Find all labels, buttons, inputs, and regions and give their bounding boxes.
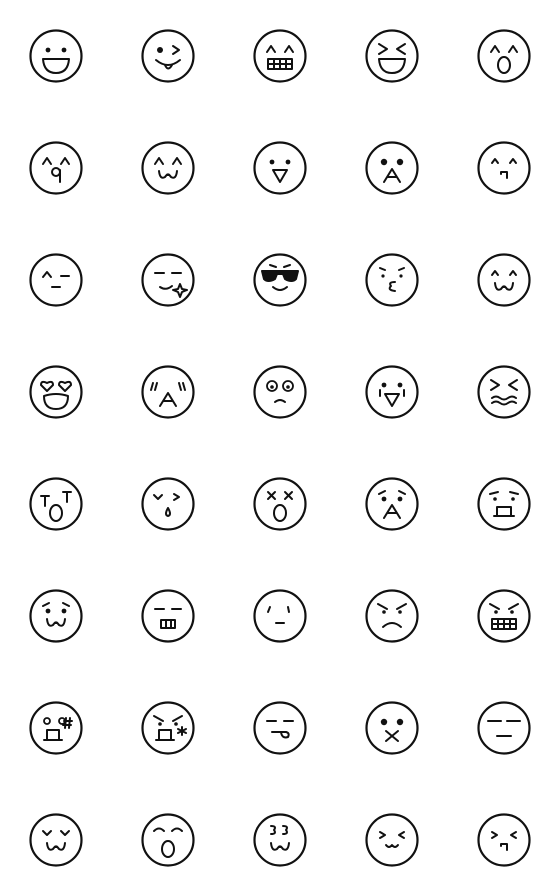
relieved-face-icon[interactable] (29, 253, 83, 307)
shocked-face-icon[interactable] (365, 477, 419, 531)
annoyed-star-face-icon[interactable] (141, 701, 195, 755)
face-outline (477, 365, 531, 419)
face-outline (29, 813, 83, 867)
face-outline (477, 477, 531, 531)
face-outline (29, 589, 83, 643)
face-outline (253, 365, 307, 419)
angry-frown-face-icon[interactable] (365, 589, 419, 643)
cool-sunglasses-face-icon[interactable] (253, 253, 307, 307)
squinting-laugh-face-icon[interactable] (365, 29, 419, 83)
happy-w-face-icon[interactable] (141, 141, 195, 195)
emoji-sheet (29, 29, 531, 867)
face-outline (141, 141, 195, 195)
face-outline (141, 477, 195, 531)
face-outline (253, 253, 307, 307)
astonished-face-icon[interactable] (141, 813, 195, 867)
face-outline (141, 589, 195, 643)
face-outline (253, 813, 307, 867)
calm-w-face-icon[interactable] (477, 253, 531, 307)
heart-eyes-face-icon[interactable] (29, 365, 83, 419)
face-outline (141, 701, 195, 755)
shy-face-icon[interactable] (477, 813, 531, 867)
face-outline (141, 29, 195, 83)
blushing-cheer-face-icon[interactable] (141, 365, 195, 419)
face-outline (253, 29, 307, 83)
three-eyes-w-face-icon[interactable] (253, 813, 307, 867)
face-outline (365, 813, 419, 867)
face-outline (365, 253, 419, 307)
emoji-sticker-grid (0, 0, 560, 896)
smug-sparkle-face-icon[interactable] (141, 253, 195, 307)
cat-mouth-face-icon[interactable] (365, 813, 419, 867)
surprised-happy-face-icon[interactable] (477, 29, 531, 83)
sleepy-drool-face-icon[interactable] (141, 477, 195, 531)
nervous-teeth-face-icon[interactable] (141, 589, 195, 643)
wavy-mouth-face-icon[interactable] (477, 365, 531, 419)
crying-happy-face-icon[interactable] (365, 365, 419, 419)
worried-face-icon[interactable] (477, 477, 531, 531)
face-outline (365, 589, 419, 643)
sad-w-face-icon[interactable] (29, 589, 83, 643)
tongue-out-face-icon[interactable] (253, 701, 307, 755)
face-outline (477, 141, 531, 195)
excited-face-icon[interactable] (253, 141, 307, 195)
face-outline (29, 701, 83, 755)
face-outline (29, 253, 83, 307)
face-outline (477, 253, 531, 307)
grimacing-happy-face-icon[interactable] (253, 29, 307, 83)
happy-q-face-icon[interactable] (29, 141, 83, 195)
shouting-hash-face-icon[interactable] (29, 701, 83, 755)
crying-face-icon[interactable] (29, 477, 83, 531)
face-outline (477, 589, 531, 643)
expressionless-face-icon[interactable] (477, 701, 531, 755)
pouting-kiss-face-icon[interactable] (365, 253, 419, 307)
face-outline (253, 141, 307, 195)
indifferent-face-icon[interactable] (253, 589, 307, 643)
knocked-out-face-icon[interactable] (253, 477, 307, 531)
face-outline (477, 701, 531, 755)
face-outline (253, 589, 307, 643)
face-outline (365, 701, 419, 755)
zipped-x-face-icon[interactable] (365, 701, 419, 755)
pleased-w-face-icon[interactable] (29, 813, 83, 867)
face-outline (365, 365, 419, 419)
cheering-face-icon[interactable] (365, 141, 419, 195)
grinning-face-icon[interactable] (29, 29, 83, 83)
furious-teeth-face-icon[interactable] (477, 589, 531, 643)
face-outline (477, 813, 531, 867)
winking-tongue-face-icon[interactable] (141, 29, 195, 83)
face-outline (253, 701, 307, 755)
dizzy-eyes-face-icon[interactable] (253, 365, 307, 419)
content-face-icon[interactable] (477, 141, 531, 195)
face-outline (141, 253, 195, 307)
